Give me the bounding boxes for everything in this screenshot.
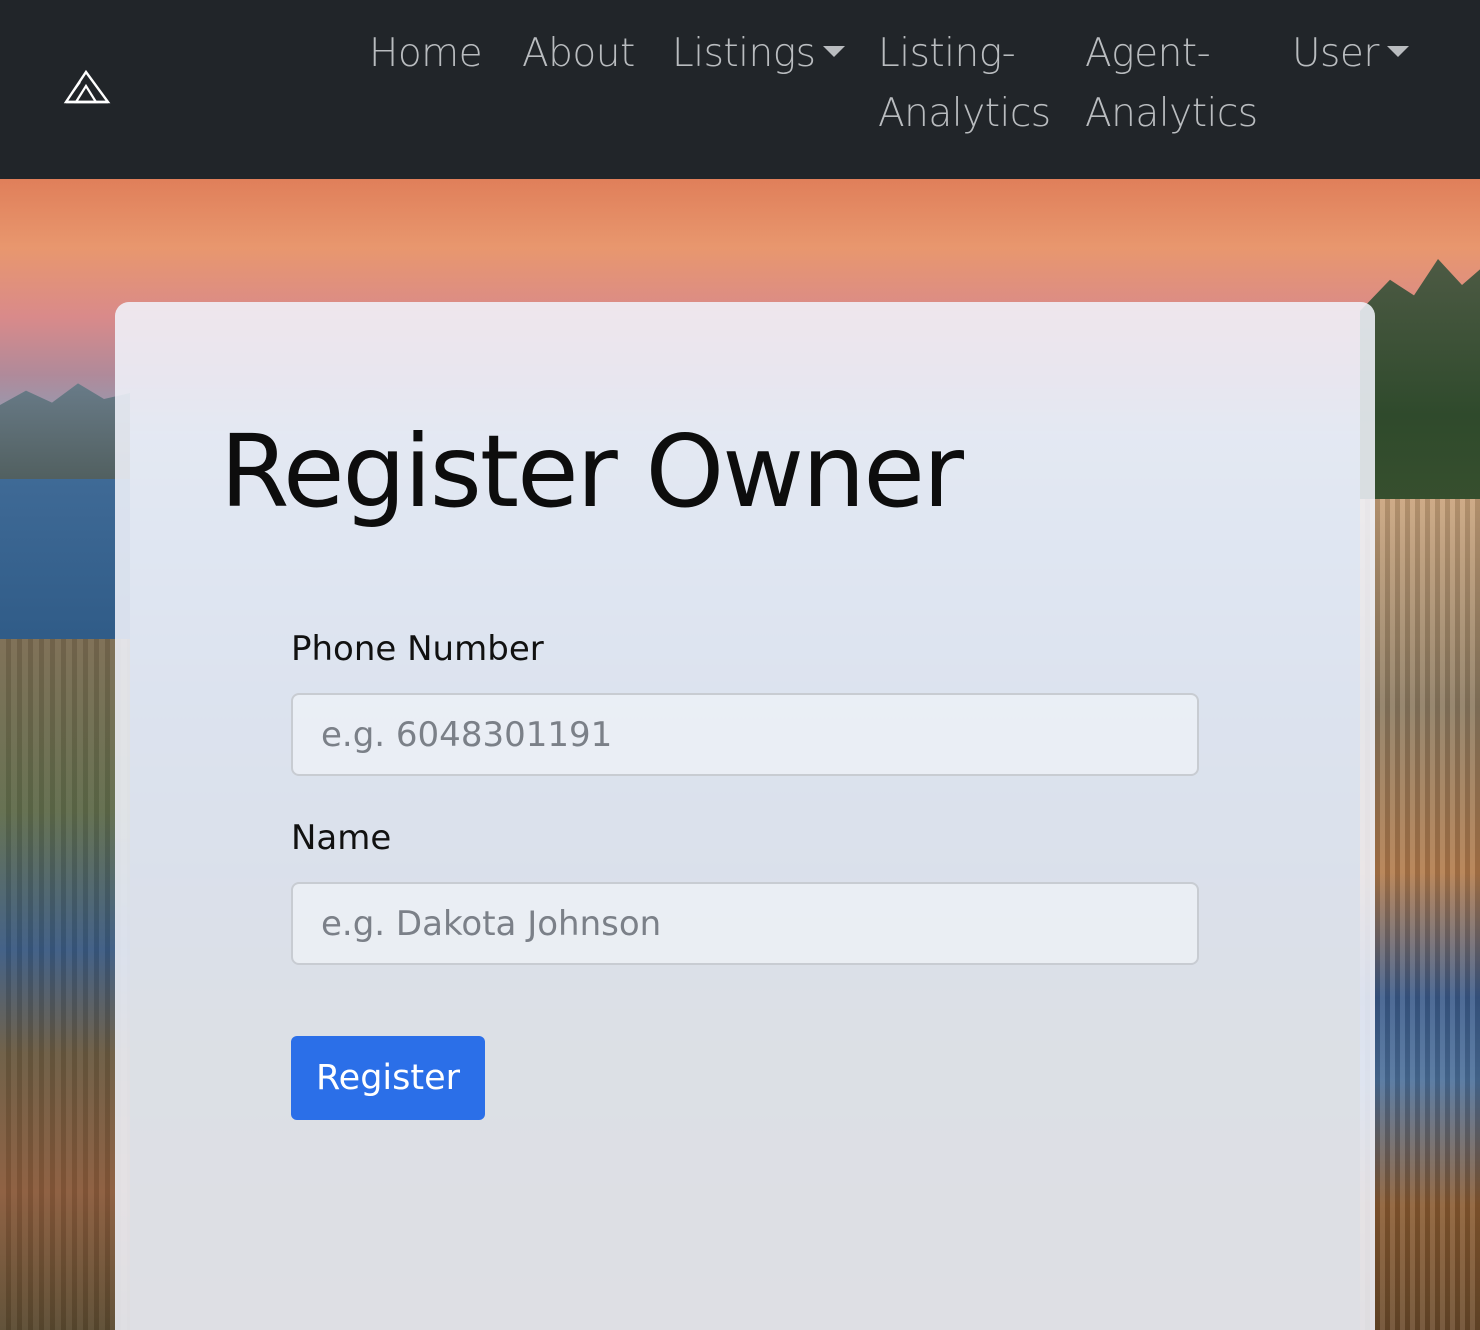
nav-agent-analytics[interactable]: Agent- Analytics xyxy=(1085,24,1285,144)
phone-number-label: Phone Number xyxy=(291,629,544,669)
register-owner-card: Register Owner Phone Number Name Registe… xyxy=(115,302,1375,1330)
nav-agent-analytics-line2: Analytics xyxy=(1085,91,1258,136)
phone-number-input[interactable] xyxy=(291,693,1199,776)
register-button[interactable]: Register xyxy=(291,1036,485,1120)
nav-listings-label: Listings xyxy=(672,31,816,76)
name-input[interactable] xyxy=(291,882,1199,965)
nav-listing-analytics-line2: Analytics xyxy=(878,91,1051,136)
brand-logo-link[interactable] xyxy=(62,68,114,108)
nav-home-label: Home xyxy=(369,31,483,76)
nav-about[interactable]: About xyxy=(522,24,635,84)
page: Home About Listings Listing- Analytics A… xyxy=(0,0,1480,1330)
nav-listing-analytics-line1: Listing- xyxy=(878,31,1016,76)
name-label: Name xyxy=(291,818,392,858)
mountains-right xyxy=(1360,259,1480,519)
nav-listings-dropdown[interactable]: Listings xyxy=(672,24,846,84)
nav-user-label: User xyxy=(1292,31,1379,76)
nav-user-dropdown[interactable]: User xyxy=(1292,24,1409,84)
nav-agent-analytics-line1: Agent- xyxy=(1085,31,1211,76)
top-navbar: Home About Listings Listing- Analytics A… xyxy=(0,0,1480,179)
caret-down-icon xyxy=(823,46,846,57)
caret-down-icon xyxy=(1386,46,1409,57)
water-left xyxy=(0,479,130,659)
nav-listing-analytics[interactable]: Listing- Analytics xyxy=(878,24,1078,144)
page-title: Register Owner xyxy=(220,413,964,530)
nav-about-label: About xyxy=(522,31,635,76)
city-left xyxy=(0,639,130,1330)
mountain-logo-icon xyxy=(63,69,111,104)
city-right xyxy=(1360,499,1480,1330)
nav-home[interactable]: Home xyxy=(369,24,483,84)
